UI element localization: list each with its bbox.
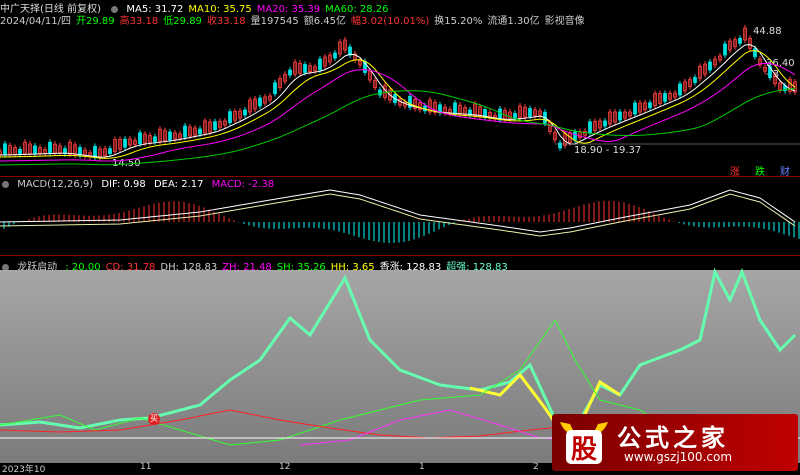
candle-body [693,77,697,83]
main-indicator-line [0,267,797,433]
candle-body [273,82,277,95]
watermark-banner: 股 公式之家 www.gszj100.com [552,414,798,471]
x-tick-5: 2 [533,462,539,472]
candle-body [93,145,97,158]
x-tick-3: 12 [279,462,291,472]
watermark-url[interactable]: www.gszj100.com [624,450,732,464]
candle-body [513,113,517,119]
x-tick-2: 11 [140,462,152,472]
ma5-line [0,44,796,158]
candle-body [723,43,727,56]
candle-body [738,37,742,44]
candle-body [258,97,262,107]
candle-body [168,131,172,141]
candle-body [708,61,712,71]
candle-body [138,132,142,145]
candle-body [108,148,112,155]
candle-body [228,111,232,124]
candle-body [378,89,382,96]
candle-body [318,58,322,71]
candle-body [183,125,187,138]
candle-body [243,109,247,116]
chart-canvas [0,25,800,446]
candle-body [528,108,532,117]
x-tick-4: 1 [419,462,425,472]
candle-body [33,145,37,155]
x-tick-1: 2023年10 [2,465,46,475]
bull-logo-icon: 股 [560,422,608,465]
ma10-line [0,50,796,159]
candle-body [3,143,7,156]
candle-body [633,102,637,115]
candle-body [453,102,457,115]
candle-body [48,141,52,154]
watermark-text: 公式之家 [617,424,729,452]
buy-marker[interactable]: 买 [148,413,160,425]
candle-body [303,64,307,73]
candle-body [123,138,127,148]
candle-body [678,83,682,96]
candle-body [618,111,622,121]
candle-body [663,92,667,102]
logo-glyph: 股 [571,435,597,465]
candle-body [198,128,202,135]
candle-body [213,121,217,131]
candle-body [18,148,22,155]
candle-body [588,121,592,134]
candle-body [648,102,652,109]
ma20-line [0,62,796,162]
candle-body [603,120,607,127]
candle-body [573,131,577,141]
candle-body [153,136,157,143]
candle-body [333,52,337,59]
candle-body [288,69,292,76]
candle-body [753,48,757,58]
macd-panel [0,189,800,244]
price-panel [0,25,800,166]
